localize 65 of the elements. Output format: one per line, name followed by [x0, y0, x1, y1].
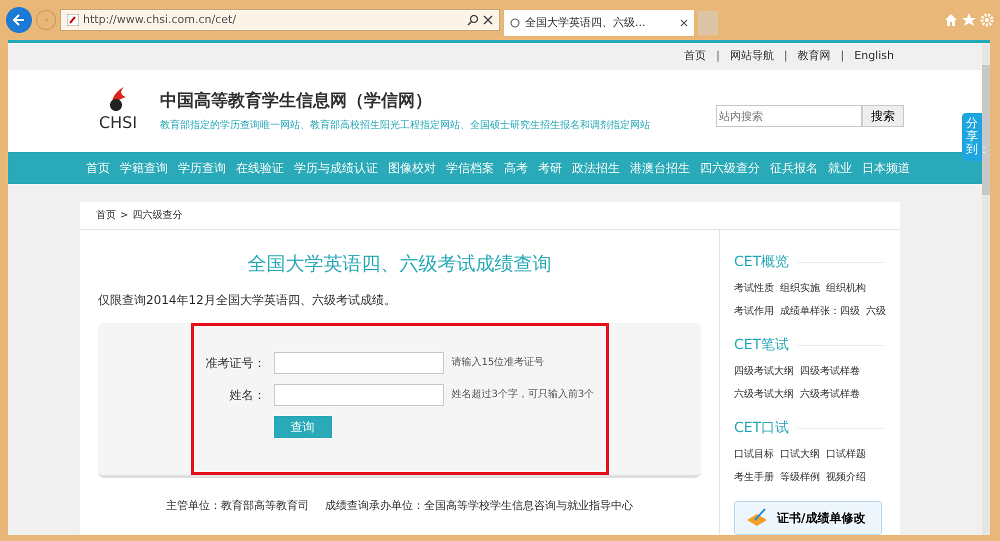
site-subtitle: 教育部指定的学历查询唯一网站、教育部高校招生阳光工程指定网站、全国硕士研究生招生报名和调剂指定网站	[160, 118, 651, 134]
address-bar[interactable]: http://www.chsi.com.cn/cet/	[60, 9, 500, 31]
sidebar-link[interactable]: 考试性质	[734, 281, 774, 296]
notice-text: 仅限查询2014年12月全国大学英语四、六级考试成绩。	[98, 292, 397, 309]
footer-text: 主管单位：教育部高等教育司	[166, 498, 309, 514]
sidebar-link[interactable]: 视频介绍	[826, 470, 866, 486]
sidebar-link[interactable]: 六级	[866, 304, 886, 320]
close-icon[interactable]	[483, 15, 493, 25]
sidebar-link[interactable]: 组织实施	[780, 281, 820, 296]
footer-text: 成绩查询承办单位：全国高等学校学生信息咨询与就业指导中心	[325, 498, 633, 514]
separator: |	[716, 48, 720, 64]
url-text: http://www.chsi.com.cn/cet/	[83, 12, 238, 28]
sidebar-link[interactable]: 口试大纲	[780, 447, 820, 462]
field-label: 准考证号：	[204, 354, 266, 372]
new-tab-button[interactable]	[698, 11, 718, 35]
search-field[interactable]: 站内搜索	[716, 105, 862, 128]
sidebar-link[interactable]: 四级考试样卷	[800, 364, 860, 380]
breadcrumb-link[interactable]: 四六级查分	[132, 208, 182, 224]
settings-icon[interactable]	[980, 13, 994, 27]
browser-tab[interactable]: 全国大学英语四、六级...	[504, 10, 694, 36]
back-arrow-icon	[12, 13, 26, 27]
site-title: 中国高等教育学生信息网（学信网）	[160, 90, 433, 113]
close-icon[interactable]	[680, 19, 688, 27]
breadcrumb-separator: >	[120, 209, 128, 224]
logo-text: CHSI	[98, 112, 138, 134]
loading-icon	[510, 18, 520, 28]
top-link[interactable]: English	[854, 48, 894, 65]
input-field[interactable]	[274, 384, 444, 406]
field-label: 姓名：	[228, 386, 266, 404]
field-hint: 姓名超过3个字，可只输入前3个	[452, 388, 594, 402]
logo-icon	[110, 87, 126, 112]
scrollbar-thumb[interactable]	[982, 65, 990, 195]
sidebar-link[interactable]: 等级样例	[780, 470, 820, 486]
input-field[interactable]	[274, 352, 444, 374]
forward-arrow-icon	[43, 15, 49, 25]
section-title: CET口试	[734, 419, 790, 438]
search-icon[interactable]	[467, 14, 479, 26]
top-link[interactable]: 教育网	[798, 48, 831, 65]
top-link[interactable]: 首页	[684, 48, 706, 65]
separator: |	[840, 48, 844, 64]
sidebar-link[interactable]: 四级考试大纲	[734, 364, 794, 380]
sidebar-link[interactable]: 组织机构	[826, 281, 866, 296]
separator: |	[784, 48, 788, 64]
back-button[interactable]	[6, 7, 32, 33]
forward-button[interactable]	[36, 10, 56, 30]
sidebar-link[interactable]: 口试样题	[826, 447, 866, 462]
section-title: CET概览	[734, 253, 790, 272]
sidebar-link[interactable]: 成绩单样张：四级	[780, 304, 860, 320]
sidebar-link[interactable]: 考试作用	[734, 304, 774, 320]
sidebar-link[interactable]: 考生手册	[734, 470, 774, 486]
section-title: CET笔试	[734, 336, 790, 356]
pencil-paper-icon	[745, 508, 769, 528]
tab-title: 全国大学英语四、六级...	[525, 14, 646, 31]
sidebar-link[interactable]: 六级考试样卷	[800, 387, 860, 402]
search-button[interactable]: 搜索	[862, 105, 904, 128]
page-title: 全国大学英语四、六级考试成绩查询	[246, 252, 552, 278]
site-icon	[67, 14, 79, 26]
sidebar-link[interactable]: 口试目标	[734, 447, 774, 462]
sidebar-link[interactable]: 六级考试大纲	[734, 387, 794, 402]
star-icon[interactable]	[962, 13, 976, 27]
home-icon[interactable]	[944, 13, 958, 27]
certificate-button[interactable]: 证书/成绩单修改	[734, 501, 882, 535]
breadcrumb-link[interactable]: 首页	[96, 208, 116, 224]
top-link[interactable]: 网站导航	[730, 48, 774, 65]
field-hint: 请输入15位准考证号	[452, 356, 544, 370]
